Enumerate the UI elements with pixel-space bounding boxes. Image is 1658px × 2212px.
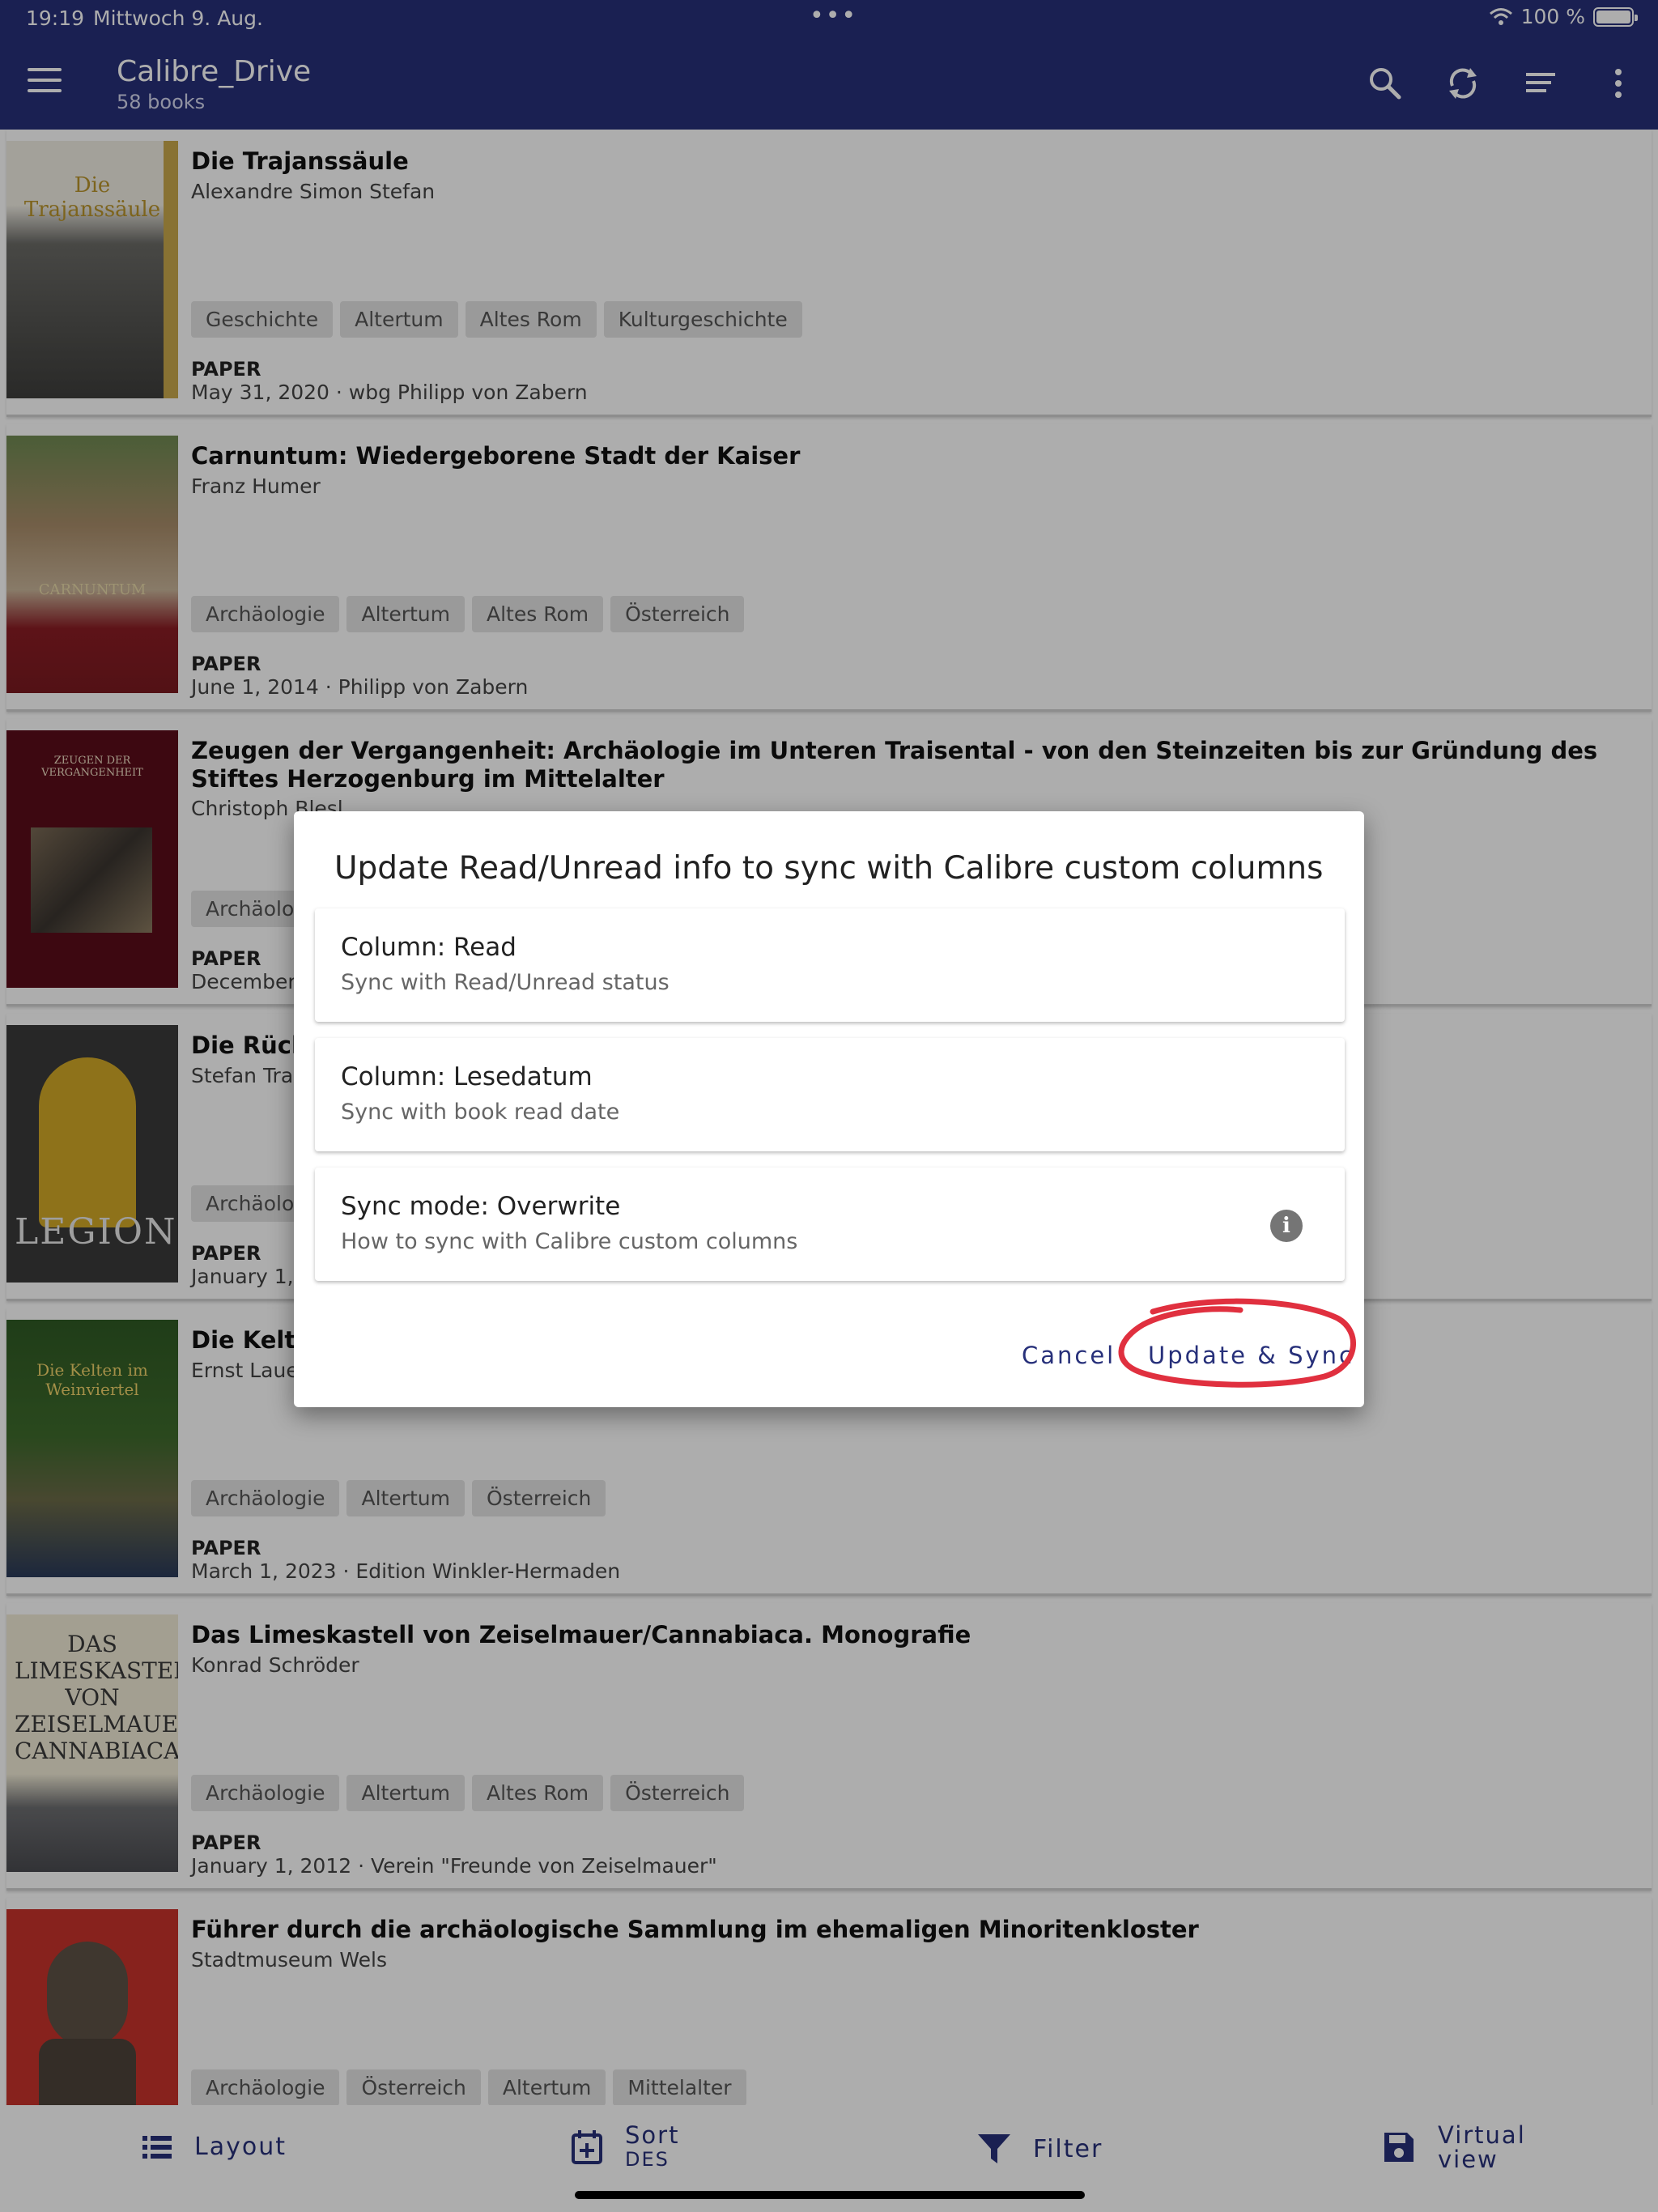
option-title: Column: Read	[341, 933, 517, 962]
option-column-read[interactable]: Column: Read Sync with Read/Unread statu…	[315, 908, 1345, 1022]
dialog-title: Update Read/Unread info to sync with Cal…	[334, 850, 1324, 887]
option-title: Sync mode: Overwrite	[341, 1192, 621, 1221]
option-subtitle: Sync with book read date	[341, 1100, 620, 1125]
option-title: Column: Lesedatum	[341, 1062, 593, 1091]
annotation-circle	[1118, 1298, 1356, 1388]
option-column-lesedatum[interactable]: Column: Lesedatum Sync with book read da…	[315, 1038, 1345, 1151]
info-icon[interactable]: i	[1270, 1210, 1303, 1242]
cancel-button[interactable]: Cancel	[1022, 1342, 1116, 1369]
option-subtitle: How to sync with Calibre custom columns	[341, 1229, 798, 1254]
option-subtitle: Sync with Read/Unread status	[341, 970, 670, 995]
option-sync-mode[interactable]: Sync mode: Overwrite How to sync with Ca…	[315, 1168, 1345, 1281]
